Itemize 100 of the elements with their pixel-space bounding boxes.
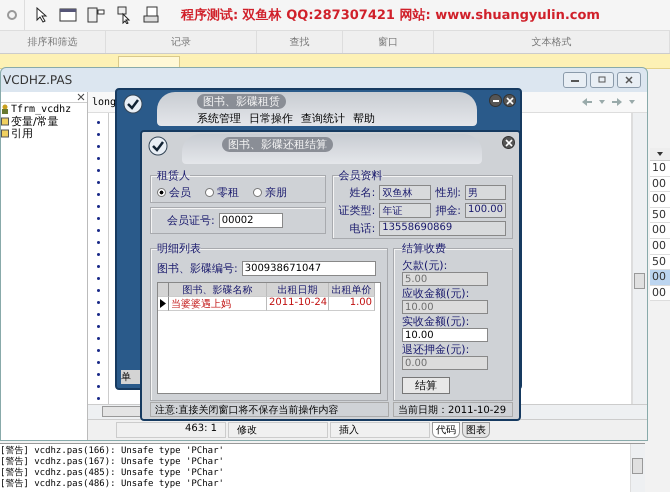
id-type-field: 年证 (379, 203, 432, 218)
breakpoint-dot (96, 229, 100, 232)
breakpoint-dot (96, 397, 100, 400)
field-label: 姓名: (348, 185, 376, 200)
tree-item[interactable]: 变量/常量 (11, 114, 59, 128)
ribbon-group-label: 排序和筛选 (0, 31, 106, 53)
warning-message: [警告] vcdhz.pas(166): Unsafe type 'PChar' (0, 446, 225, 456)
close-icon (624, 76, 634, 84)
modified-status: 修改 (228, 422, 328, 438)
breakpoint-dot (96, 133, 100, 136)
warning-message: [警告] vcdhz.pas(485): Unsafe type 'PChar' (0, 468, 225, 478)
ribbon-group-label: 查找 (257, 31, 343, 53)
breakpoint-dot (96, 301, 100, 304)
form-label: 单 (121, 372, 131, 383)
pointer-icon[interactable] (35, 7, 49, 23)
breakpoint-dot (96, 121, 100, 124)
window-title: VCDHZ.PAS (3, 73, 72, 87)
check-icon (148, 136, 168, 156)
phone-field: 13558690869 (379, 221, 506, 236)
field-label: 会员证号: (167, 213, 215, 228)
field-label: 性别: (435, 185, 461, 200)
pointer-form-icon[interactable] (115, 6, 133, 24)
radio-option[interactable]: 亲朋 (253, 185, 287, 200)
settle-button[interactable]: 结算 (402, 377, 450, 394)
breakpoint-dot (96, 325, 100, 328)
close-button[interactable] (502, 136, 515, 149)
column-header[interactable]: 图书、影碟名称 (169, 283, 267, 297)
tree-item[interactable]: 引用 (11, 126, 33, 140)
sheet-cell: 00 (650, 286, 670, 302)
minimize-button[interactable] (563, 72, 587, 88)
ribbon-group-label: 窗口 (343, 31, 434, 53)
ribbon-group-label: 记录 (106, 31, 257, 53)
field-label: 实收金额(元): (402, 315, 470, 328)
cursor-position: 463: 1 (116, 422, 226, 438)
field-label: 退还押金(元): (402, 343, 470, 356)
breakpoint-dot (96, 361, 100, 364)
deposit-field: 100.00 (465, 203, 506, 218)
view-tab[interactable]: 图表 (462, 422, 490, 438)
item-code-field[interactable]: 300938671047 (242, 261, 376, 276)
window-icon[interactable] (59, 7, 77, 23)
minimize-icon (570, 77, 580, 83)
radio-option[interactable]: 零租 (205, 185, 239, 200)
breakpoint-dot (96, 145, 100, 148)
menu-item[interactable]: 日常操作 (249, 111, 293, 126)
menu-item[interactable]: 系统管理 (197, 111, 241, 126)
code-text: long (92, 96, 116, 108)
menu-item[interactable]: 帮助 (353, 111, 375, 126)
view-tab[interactable]: 代码 (432, 422, 460, 438)
column-header[interactable]: 出租日期 (267, 283, 329, 297)
dropdown-icon[interactable] (657, 152, 663, 156)
breakpoint-dot (96, 217, 100, 220)
class-icon (1, 104, 9, 114)
breakpoint-dot (96, 253, 100, 256)
field-label: 押金: (435, 203, 461, 218)
breakpoint-dot (96, 313, 100, 316)
close-icon (504, 138, 512, 146)
field-label: 图书、影碟编号: (157, 261, 238, 276)
sheet-cell: 50 (650, 208, 670, 224)
breakpoint-dot (96, 193, 100, 196)
close-button[interactable] (617, 72, 641, 88)
table-cell: 2011-10-24 (267, 297, 329, 311)
field-label: 欠款(元): (402, 259, 448, 272)
radio-option[interactable]: 会员 (157, 185, 191, 200)
field-label: 电话: (348, 221, 376, 236)
maximize-button[interactable] (590, 72, 614, 88)
gender-field: 男 (465, 185, 506, 200)
table-cell: 当婆婆遇上妈 (169, 297, 267, 311)
breakpoint-dot (96, 373, 100, 376)
breakpoint-dot (96, 181, 100, 184)
group-title: 结算收费 (402, 241, 446, 256)
breakpoint-dot (96, 241, 100, 244)
breakpoint-dot (96, 385, 100, 388)
warning-message: [警告] vcdhz.pas(486): Unsafe type 'PChar' (0, 479, 225, 490)
close-button[interactable] (503, 94, 516, 107)
status-message: 注意:直接关闭窗口将不保存当前操作内容 (150, 402, 389, 417)
field-label: 应收金额(元): (402, 287, 470, 300)
table-cell: 1.00 (329, 297, 375, 311)
sheet-cell: 00 (650, 270, 670, 286)
menu-item[interactable]: 查询统计 (301, 111, 345, 126)
report-icon[interactable] (143, 6, 161, 24)
breakpoint-dot (96, 337, 100, 340)
close-icon[interactable] (77, 93, 85, 101)
warning-message: [警告] vcdhz.pas(167): Unsafe type 'PChar' (0, 457, 225, 468)
card-number-field[interactable]: 00002 (218, 213, 283, 228)
insert-mode: 插入 (330, 422, 430, 438)
close-icon (506, 96, 514, 104)
amount-field[interactable]: 10.00 (402, 328, 488, 342)
scrollbar[interactable] (630, 444, 645, 492)
scrollbar[interactable] (632, 113, 647, 404)
sheet-cell: 00 (650, 223, 670, 239)
form-icon[interactable] (87, 7, 105, 23)
column-header[interactable]: 出租单价 (329, 283, 375, 297)
breakpoint-dot (96, 157, 100, 160)
tree-item[interactable]: Tfrm_vcdhz (11, 104, 72, 114)
ribbon-group-label: 文本格式 (434, 31, 670, 53)
minimize-button[interactable] (489, 94, 502, 107)
window-title: 图书、影碟租赁 (197, 94, 286, 109)
breakpoint-dot (96, 265, 100, 268)
group-title: 明细列表 (157, 241, 201, 256)
current-date: 当前日期：2011-10-29 (393, 402, 513, 417)
